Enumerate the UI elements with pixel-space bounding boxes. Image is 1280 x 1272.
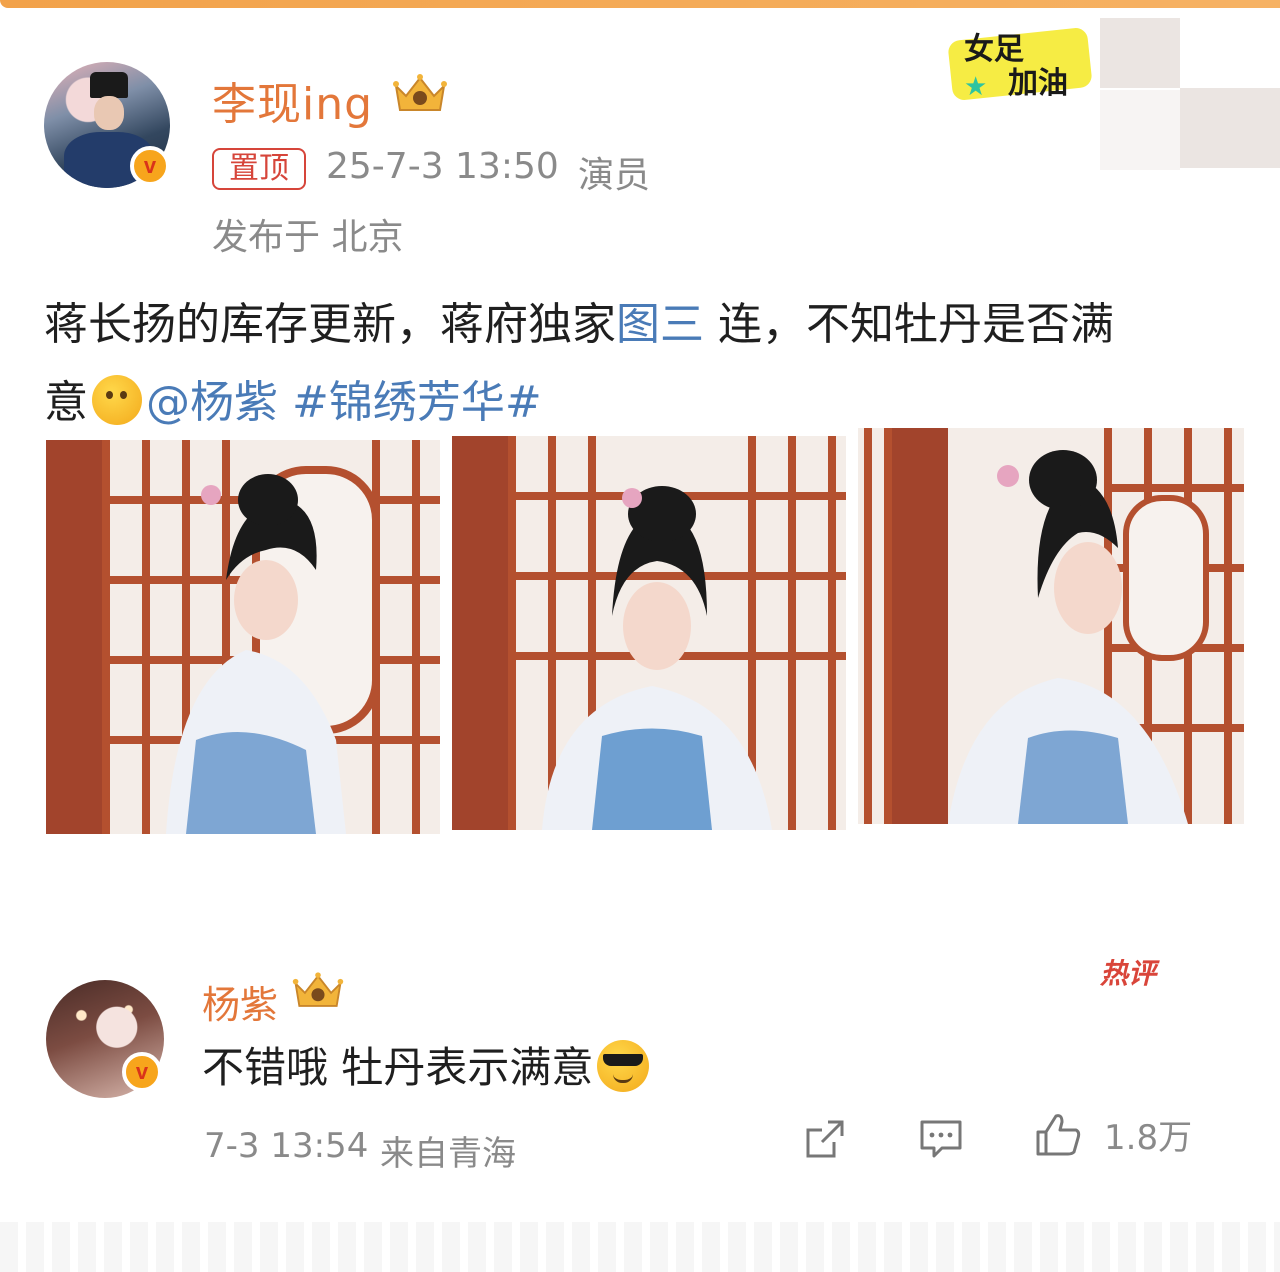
- post-text-part2: 连，不知牡丹是否满: [704, 299, 1114, 350]
- sticker-line2: 加油: [1008, 66, 1068, 101]
- comment-timestamp: 7-3 13:54: [204, 1126, 369, 1166]
- weibo-post-page: v 李现ing 置顶 25-7-3 13:50 演员 发布于 北京 女足 加油 …: [0, 0, 1280, 1272]
- commenter-username[interactable]: 杨紫: [202, 974, 278, 1029]
- author-role: 演员: [578, 155, 651, 196]
- avatar-hat: [90, 72, 128, 98]
- avatar-face: [94, 96, 124, 130]
- thinking-face-emoji-icon: [92, 375, 142, 425]
- corner-decoration: [1180, 88, 1280, 168]
- post-text-line2: 意: [44, 377, 88, 428]
- post-text-part1: 蒋长扬的库存更新，蒋府独家: [44, 299, 616, 350]
- share-icon[interactable]: [802, 1116, 848, 1162]
- post-body-text: 蒋长扬的库存更新，蒋府独家图三 连，不知牡丹是否满 意 @杨紫 #锦绣芳华#: [44, 286, 1244, 442]
- womens-football-sticker: 女足 加油 ★: [946, 20, 1116, 102]
- author-username[interactable]: 李现ing: [212, 68, 373, 132]
- thumbs-up-icon[interactable]: [1034, 1110, 1084, 1160]
- bottom-fade: [0, 1222, 1280, 1272]
- post-image-1[interactable]: [46, 440, 440, 834]
- comment-body: 不错哦 牡丹表示满意: [202, 1043, 594, 1092]
- hot-comment-badge: 热评: [1100, 957, 1157, 990]
- like-count: 1.8万: [1104, 1118, 1193, 1158]
- verified-v-icon: v: [130, 146, 170, 186]
- comment-text: 不错哦 牡丹表示满意: [202, 1034, 650, 1095]
- post-timestamp: 25-7-3 13:50: [326, 146, 559, 187]
- images-link[interactable]: 图三: [616, 299, 704, 350]
- sunglasses-emoji-icon: [597, 1040, 650, 1092]
- corner-decoration: [1100, 18, 1180, 88]
- post-image-2[interactable]: [452, 436, 846, 830]
- corner-decoration: [1100, 90, 1180, 170]
- crown-icon: [390, 72, 450, 116]
- star-icon: ★: [964, 72, 988, 102]
- pinned-badge: 置顶: [212, 148, 306, 190]
- verified-v-icon: v: [122, 1052, 162, 1092]
- post-location: 发布于 北京: [212, 217, 404, 258]
- post-image-3[interactable]: [858, 428, 1244, 824]
- hashtag-link[interactable]: #锦绣芳华#: [278, 377, 542, 428]
- top-app-bar-edge: [0, 0, 1280, 8]
- comment-location: 来自青海: [380, 1134, 516, 1174]
- comment-icon[interactable]: [918, 1116, 964, 1162]
- mention-link[interactable]: @杨紫: [146, 377, 278, 428]
- crown-icon: [290, 970, 346, 1012]
